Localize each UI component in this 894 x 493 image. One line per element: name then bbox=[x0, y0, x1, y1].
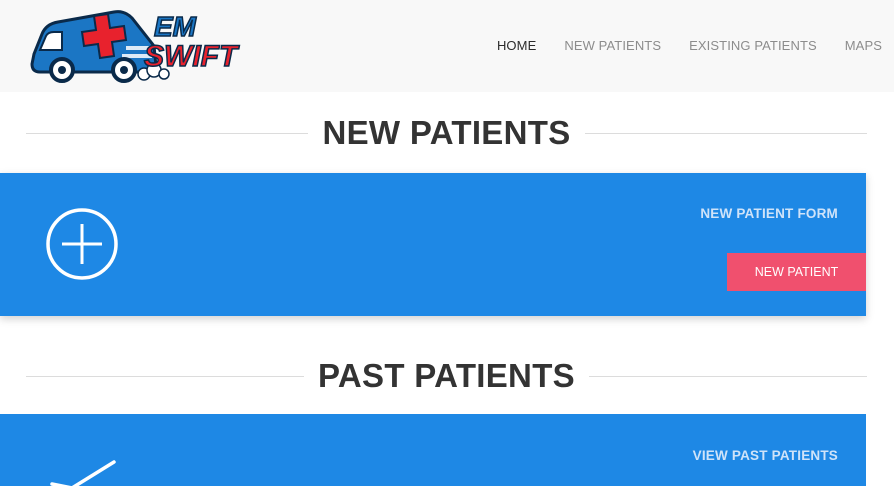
new-patient-form-title: NEW PATIENT FORM bbox=[700, 206, 838, 221]
nav-home[interactable]: HOME bbox=[497, 38, 536, 53]
past-patients-title: PAST PATIENTS bbox=[318, 357, 575, 394]
view-past-patients-title[interactable]: VIEW PAST PATIENTS bbox=[693, 448, 838, 463]
nav-maps[interactable]: MAPS bbox=[845, 38, 882, 53]
nav-new-patients[interactable]: NEW PATIENTS bbox=[564, 38, 661, 53]
new-patients-title: NEW PATIENTS bbox=[322, 114, 571, 151]
divider-right bbox=[588, 375, 868, 377]
checkmark-icon[interactable] bbox=[44, 458, 124, 490]
main-nav: HOME NEW PATIENTS EXISTING PATIENTS MAPS bbox=[497, 38, 882, 53]
past-patients-panel: VIEW PAST PATIENTS bbox=[0, 414, 866, 490]
divider-left bbox=[26, 375, 305, 377]
nav-existing-patients[interactable]: EXISTING PATIENTS bbox=[689, 38, 817, 53]
divider-left bbox=[26, 132, 309, 134]
divider-right bbox=[584, 132, 868, 134]
brand-line2: SWIFT bbox=[144, 40, 240, 73]
top-navbar: EM SWIFT HOME NEW PATIENTS EXISTING PATI… bbox=[0, 0, 894, 92]
new-patient-panel: NEW PATIENT FORM NEW PATIENT bbox=[0, 173, 866, 316]
brand-line1: EM bbox=[154, 11, 197, 42]
past-patients-heading-row: PAST PATIENTS bbox=[26, 354, 868, 398]
new-patient-button[interactable]: NEW PATIENT bbox=[727, 253, 866, 291]
new-patients-heading-row: NEW PATIENTS bbox=[26, 111, 868, 155]
emswift-logo[interactable]: EM SWIFT bbox=[28, 6, 264, 86]
ambulance-logo-icon: EM SWIFT bbox=[30, 10, 241, 83]
plus-circle-icon[interactable] bbox=[44, 206, 120, 282]
